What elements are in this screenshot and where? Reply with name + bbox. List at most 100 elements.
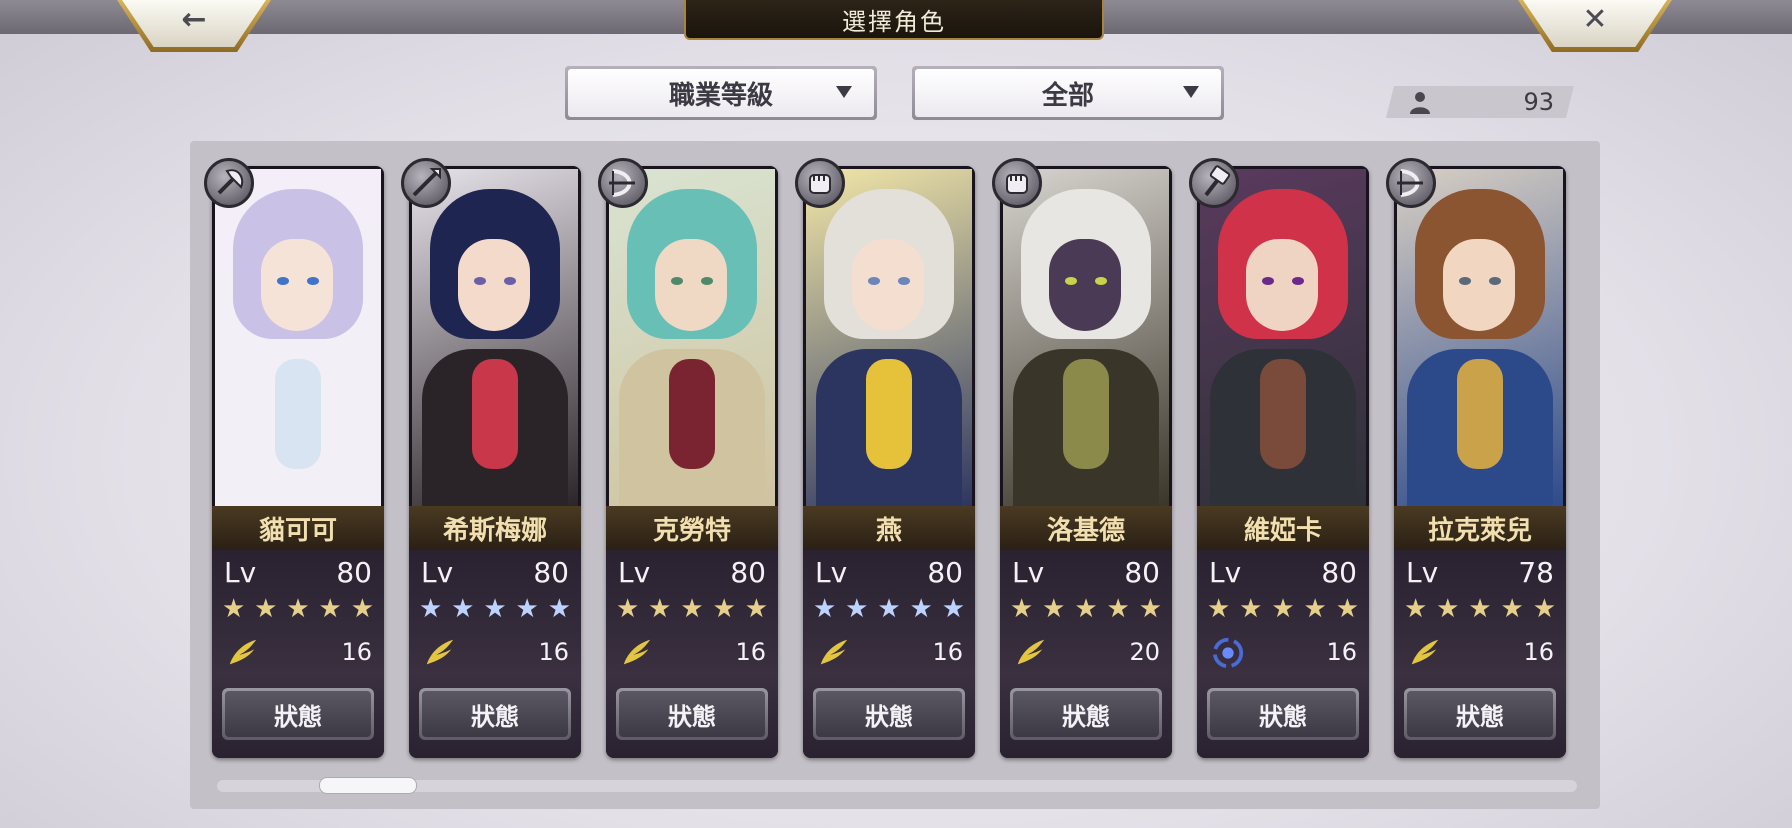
power-value: 20 [1129, 638, 1160, 666]
character-card[interactable]: 燕 Lv 80 ★ ★ ★ ★ ★ 16 狀態 [803, 166, 975, 758]
star-icon: ★ [813, 594, 837, 624]
rarity-stars: ★ ★ ★ ★ ★ [616, 594, 768, 624]
power-value: 16 [932, 638, 963, 666]
character-card[interactable]: 拉克萊兒 Lv 78 ★ ★ ★ ★ ★ 16 狀態 [1394, 166, 1566, 758]
star-icon: ★ [941, 594, 965, 624]
status-button-label: 狀態 [225, 691, 371, 737]
star-icon: ★ [680, 594, 704, 624]
star-icon: ★ [515, 594, 539, 624]
status-button[interactable]: 狀態 [222, 688, 374, 740]
rarity-stars: ★ ★ ★ ★ ★ [1404, 594, 1556, 624]
star-icon: ★ [419, 594, 443, 624]
horizontal-scrollbar[interactable] [217, 780, 1577, 792]
level-label: Lv [224, 556, 257, 589]
class-bow-icon [598, 158, 648, 208]
status-button-label: 狀態 [422, 691, 568, 737]
sort-dropdown[interactable]: 職業等級 [565, 66, 877, 120]
wing-element-icon [820, 639, 848, 665]
level-label: Lv [1012, 556, 1045, 589]
level-value: 78 [1518, 556, 1554, 589]
star-icon: ★ [845, 594, 869, 624]
rarity-stars: ★ ★ ★ ★ ★ [1207, 594, 1359, 624]
status-button[interactable]: 狀態 [1010, 688, 1162, 740]
character-portrait [1200, 169, 1366, 509]
status-button-label: 狀態 [1407, 691, 1553, 737]
character-name: 克勞特 [606, 506, 778, 550]
status-button[interactable]: 狀態 [1404, 688, 1556, 740]
screen-title: 選擇角色 [684, 0, 1104, 40]
star-icon: ★ [222, 594, 246, 624]
status-button[interactable]: 狀態 [616, 688, 768, 740]
star-icon: ★ [1436, 594, 1460, 624]
status-button[interactable]: 狀態 [813, 688, 965, 740]
class-spear-icon [401, 158, 451, 208]
rarity-stars: ★ ★ ★ ★ ★ [1010, 594, 1162, 624]
sort-dropdown-label: 職業等級 [668, 80, 773, 111]
level-value: 80 [730, 556, 766, 589]
star-icon: ★ [1335, 594, 1359, 624]
level-label: Lv [618, 556, 651, 589]
star-icon: ★ [1303, 594, 1327, 624]
rarity-stars: ★ ★ ★ ★ ★ [813, 594, 965, 624]
star-icon: ★ [1532, 594, 1556, 624]
power-value: 16 [735, 638, 766, 666]
class-fist-icon [992, 158, 1042, 208]
character-name: 希斯梅娜 [409, 506, 581, 550]
power-value: 16 [538, 638, 569, 666]
star-icon: ★ [1239, 594, 1263, 624]
star-icon: ★ [1074, 594, 1098, 624]
star-icon: ★ [350, 594, 374, 624]
wing-element-icon [229, 639, 257, 665]
star-icon: ★ [616, 594, 640, 624]
star-icon: ★ [483, 594, 507, 624]
star-icon: ★ [1468, 594, 1492, 624]
character-card[interactable]: 貓可可 Lv 80 ★ ★ ★ ★ ★ 16 狀態 [212, 166, 384, 758]
wing-element-icon [426, 639, 454, 665]
star-icon: ★ [318, 594, 342, 624]
character-portrait [412, 169, 578, 509]
character-card[interactable]: 洛基德 Lv 80 ★ ★ ★ ★ ★ 20 狀態 [1000, 166, 1172, 758]
star-icon: ★ [648, 594, 672, 624]
level-label: Lv [421, 556, 454, 589]
power-value: 16 [341, 638, 372, 666]
star-icon: ★ [1404, 594, 1428, 624]
back-arrow-icon: ← [122, 0, 266, 47]
star-icon: ★ [909, 594, 933, 624]
character-card[interactable]: 希斯梅娜 Lv 80 ★ ★ ★ ★ ★ 16 狀態 [409, 166, 581, 758]
character-portrait [609, 169, 775, 509]
rarity-stars: ★ ★ ★ ★ ★ [222, 594, 374, 624]
person-icon [1410, 92, 1430, 114]
vortex-element-icon [1212, 637, 1244, 669]
star-icon: ★ [286, 594, 310, 624]
status-button[interactable]: 狀態 [419, 688, 571, 740]
character-portrait [215, 169, 381, 509]
star-icon: ★ [1106, 594, 1130, 624]
star-icon: ★ [1138, 594, 1162, 624]
chevron-down-icon [1183, 86, 1199, 98]
close-button[interactable]: ✕ [1518, 0, 1672, 52]
category-dropdown-label: 全部 [1041, 80, 1094, 111]
level-label: Lv [815, 556, 848, 589]
character-portrait [1397, 169, 1563, 509]
wing-element-icon [1411, 639, 1439, 665]
status-button-label: 狀態 [1210, 691, 1356, 737]
star-icon: ★ [744, 594, 768, 624]
scrollbar-thumb[interactable] [319, 777, 417, 794]
level-label: Lv [1209, 556, 1242, 589]
class-bow-icon [1386, 158, 1436, 208]
star-icon: ★ [451, 594, 475, 624]
status-button[interactable]: 狀態 [1207, 688, 1359, 740]
character-card[interactable]: 維婭卡 Lv 80 ★ ★ ★ ★ ★ 16 狀態 [1197, 166, 1369, 758]
character-portrait [806, 169, 972, 509]
star-icon: ★ [1500, 594, 1524, 624]
back-button[interactable]: ← [117, 0, 271, 52]
character-name: 燕 [803, 506, 975, 550]
star-icon: ★ [1010, 594, 1034, 624]
power-value: 16 [1326, 638, 1357, 666]
star-icon: ★ [547, 594, 571, 624]
star-icon: ★ [1042, 594, 1066, 624]
category-dropdown[interactable]: 全部 [912, 66, 1224, 120]
status-button-label: 狀態 [619, 691, 765, 737]
character-card[interactable]: 克勞特 Lv 80 ★ ★ ★ ★ ★ 16 狀態 [606, 166, 778, 758]
status-button-label: 狀態 [1013, 691, 1159, 737]
